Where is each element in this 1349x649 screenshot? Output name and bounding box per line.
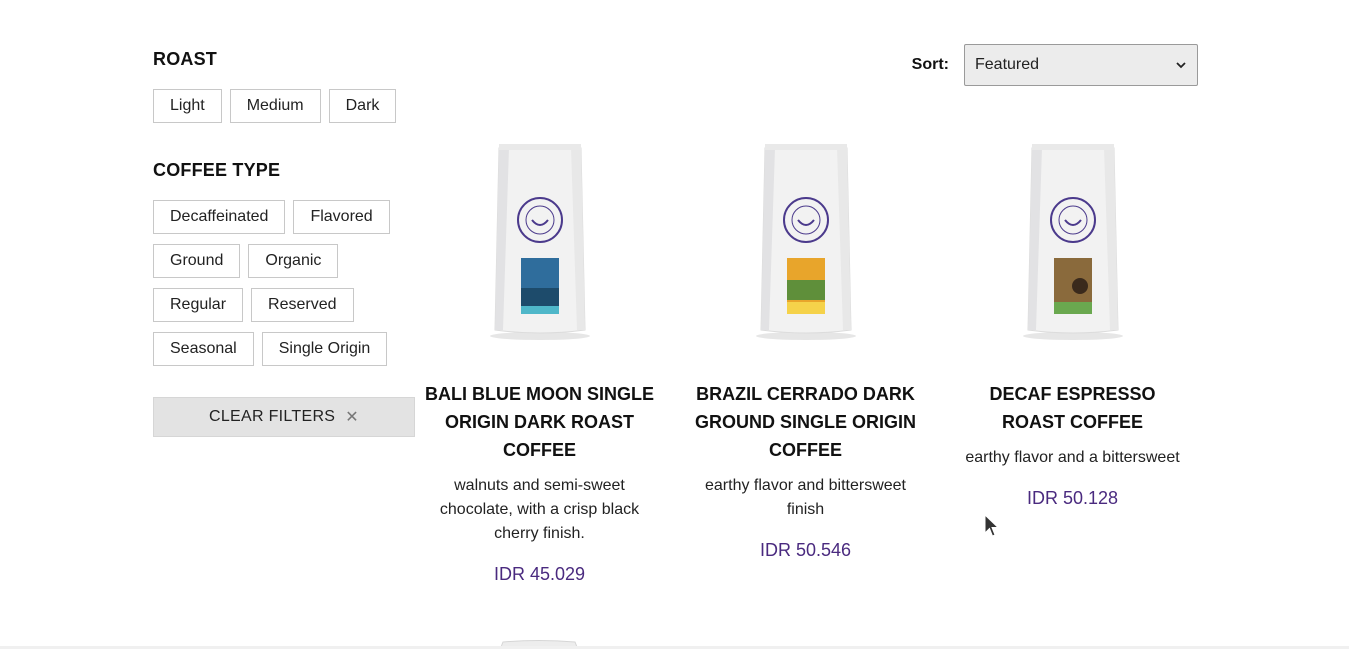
roast-options: Light Medium Dark xyxy=(153,89,415,123)
product-image[interactable] xyxy=(689,140,922,344)
product-card: BRAZIL CERRADO DARK GROUND SINGLE ORIGIN… xyxy=(689,140,922,561)
type-seasonal-chip[interactable]: Seasonal xyxy=(153,332,254,366)
type-single-origin-chip[interactable]: Single Origin xyxy=(261,332,388,366)
product-card: DECAF ESPRESSO ROAST COFFEE earthy flavo… xyxy=(956,140,1189,509)
clear-filters-label: CLEAR FILTERS xyxy=(208,408,336,425)
coffee-bag-image xyxy=(489,144,590,340)
type-reserved-chip[interactable]: Reserved xyxy=(251,288,354,322)
type-regular-chip[interactable]: Regular xyxy=(153,288,244,322)
product-title[interactable]: BALI BLUE MOON SINGLE ORIGIN DARK ROAST … xyxy=(423,380,656,464)
roast-light-chip[interactable]: Light xyxy=(153,89,222,123)
sort-label: Sort: xyxy=(911,56,949,73)
filter-sidebar: ROAST Light Medium Dark COFFEE TYPE Deca… xyxy=(153,46,415,437)
roast-medium-chip[interactable]: Medium xyxy=(229,89,321,123)
close-icon: ✕ xyxy=(345,409,360,426)
type-decaffeinated-chip[interactable]: Decaffeinated xyxy=(153,200,286,234)
mouse-cursor-icon xyxy=(984,514,1000,537)
coffee-bag-image xyxy=(1022,144,1123,340)
product-title[interactable]: DECAF ESPRESSO ROAST COFFEE xyxy=(956,380,1189,436)
product-title[interactable]: BRAZIL CERRADO DARK GROUND SINGLE ORIGIN… xyxy=(689,380,922,464)
coffee-type-heading: COFFEE TYPE xyxy=(153,160,281,180)
product-price: IDR 50.546 xyxy=(759,540,852,560)
sort-select[interactable]: Featured xyxy=(964,44,1198,86)
sort-selected-value: Featured xyxy=(975,56,1040,73)
sort-control: Sort: Featured xyxy=(912,44,1198,86)
product-image[interactable] xyxy=(423,140,656,344)
clear-filters-button[interactable]: CLEAR FILTERS ✕ xyxy=(153,397,415,437)
product-price: IDR 50.128 xyxy=(1026,488,1119,508)
product-price: IDR 45.029 xyxy=(493,564,586,584)
chevron-down-icon xyxy=(1176,62,1186,69)
coffee-type-options: Decaffeinated Flavored Ground Organic Re… xyxy=(153,200,415,366)
product-description: walnuts and semi-sweet chocolate, with a… xyxy=(439,477,640,542)
coffee-type-filter-section: COFFEE TYPE Decaffeinated Flavored Groun… xyxy=(153,157,415,366)
product-description: earthy flavor and bittersweet finish xyxy=(705,477,906,518)
product-card: BALI BLUE MOON SINGLE ORIGIN DARK ROAST … xyxy=(423,140,656,585)
type-organic-chip[interactable]: Organic xyxy=(248,244,339,278)
product-image[interactable] xyxy=(956,140,1189,344)
type-ground-chip[interactable]: Ground xyxy=(153,244,241,278)
type-flavored-chip[interactable]: Flavored xyxy=(293,200,390,234)
roast-dark-chip[interactable]: Dark xyxy=(328,89,397,123)
roast-filter-section: ROAST Light Medium Dark xyxy=(153,46,415,123)
roast-heading: ROAST xyxy=(153,49,217,69)
coffee-bag-image xyxy=(755,144,856,340)
product-description: earthy flavor and a bittersweet xyxy=(965,449,1180,466)
